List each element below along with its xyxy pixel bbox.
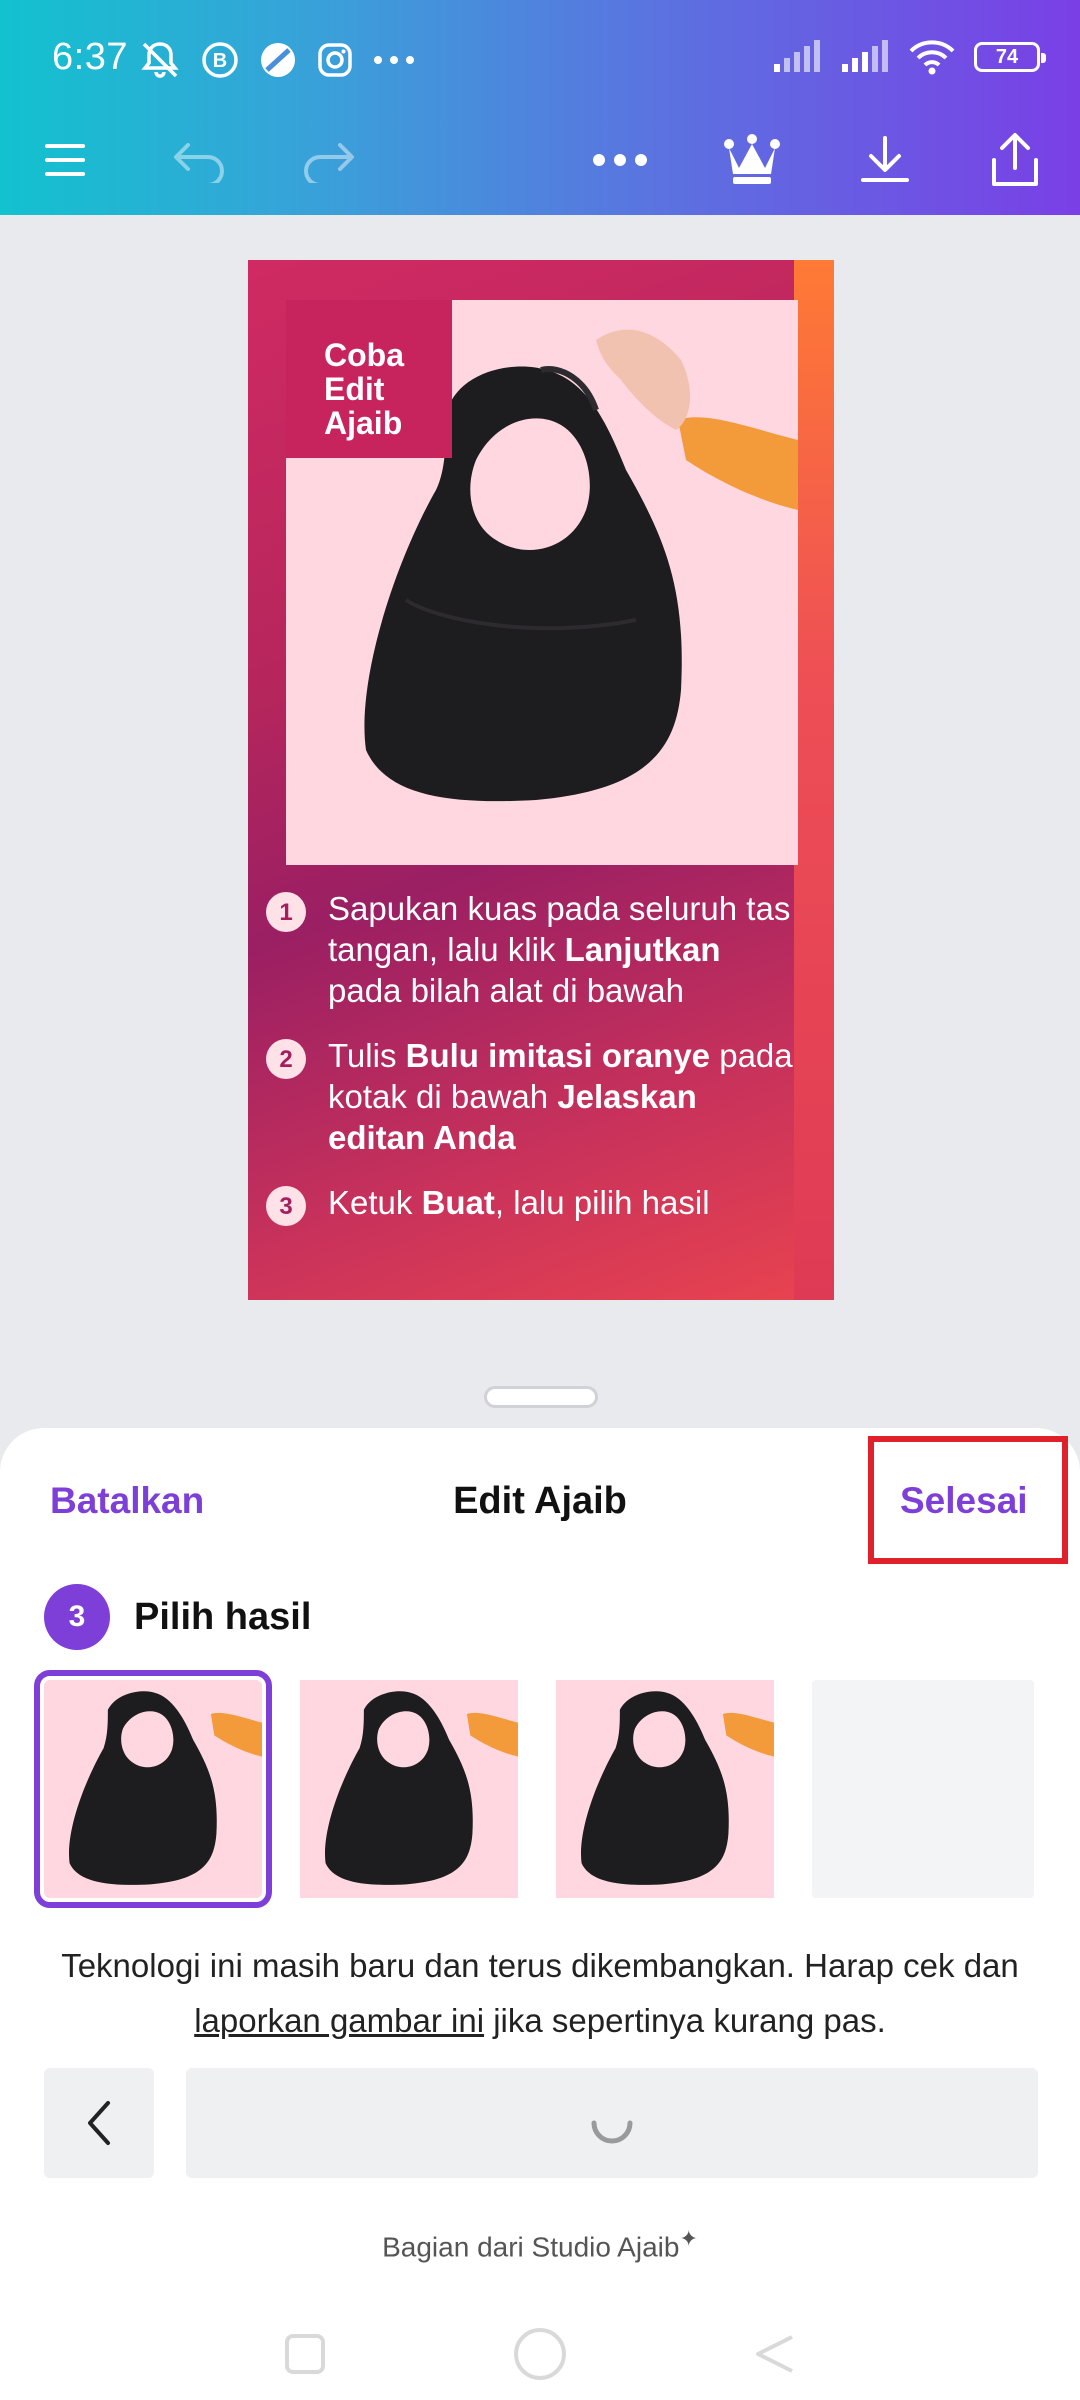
more-dots-icon	[374, 56, 414, 64]
design-tag: Coba Edit Ajaib	[286, 300, 452, 458]
disclaimer-after: jika sepertinya kurang pas.	[484, 2002, 886, 2039]
result-option-3[interactable]	[556, 1680, 774, 1898]
system-back-button[interactable]	[740, 2308, 810, 2400]
more-options-button[interactable]	[580, 110, 660, 210]
status-bar: 6:37 B 74	[0, 0, 1080, 120]
result-thumbnail	[300, 1680, 518, 1898]
signal-2-icon	[842, 40, 888, 72]
step-label: Pilih hasil	[134, 1595, 312, 1638]
step-number: 1	[266, 892, 306, 932]
redo-icon	[304, 143, 354, 183]
magic-edit-sheet: Batalkan Edit Ajaib Selesai 3 Pilih hasi…	[0, 1428, 1080, 2400]
instruction-steps: 1 Sapukan kuas pada seluruh tas tangan, …	[266, 888, 796, 1247]
share-button[interactable]	[975, 110, 1055, 210]
notifications-off-icon	[141, 42, 179, 78]
premium-button[interactable]	[712, 110, 792, 210]
result-options	[34, 1670, 1034, 1908]
undo-icon	[174, 143, 224, 183]
result-thumbnail	[556, 1680, 774, 1898]
disclaimer-before: Teknologi ini masih baru dan terus dikem…	[61, 1947, 1019, 1984]
instruction-step-1: 1 Sapukan kuas pada seluruh tas tangan, …	[266, 888, 796, 1011]
crown-icon	[724, 134, 780, 184]
step-number: 3	[266, 1186, 306, 1226]
system-nav-bar	[0, 2308, 1080, 2400]
instruction-step-3: 3 Ketuk Buat, lalu pilih hasil	[266, 1182, 796, 1226]
sparkle-icon: ✦	[679, 2226, 698, 2251]
triangle-back-icon	[756, 2335, 793, 2373]
step-bold: Bulu imitasi oranye	[405, 1037, 711, 1074]
download-button[interactable]	[845, 110, 925, 210]
sheet-drag-handle[interactable]	[484, 1386, 598, 1408]
wifi-icon	[909, 40, 955, 75]
app-header: 6:37 B 74	[0, 0, 1080, 215]
result-option-1[interactable]	[34, 1670, 272, 1908]
battery-level: 74	[995, 45, 1019, 68]
result-option-2[interactable]	[300, 1680, 518, 1898]
instagram-icon	[318, 43, 352, 77]
report-image-link[interactable]: laporkan gambar ini	[194, 2002, 484, 2039]
design-page[interactable]: Coba Edit Ajaib 1 Sapukan kuas pada selu…	[248, 260, 834, 1300]
sheet-controls	[44, 2068, 1038, 2178]
step-bold: Buat	[421, 1184, 495, 1221]
more-icon	[593, 154, 647, 166]
result-thumbnail	[44, 1680, 262, 1898]
status-system-icons: 74	[772, 38, 1046, 76]
chevron-left-icon	[88, 2101, 110, 2145]
step-number: 2	[266, 1039, 306, 1079]
home-button[interactable]	[500, 2308, 580, 2400]
svg-text:B: B	[213, 50, 227, 72]
step-text: Ketuk	[328, 1184, 422, 1221]
redo-button[interactable]	[288, 110, 368, 210]
cancel-button[interactable]: Batalkan	[50, 1480, 204, 1522]
menu-button[interactable]	[30, 110, 100, 210]
undo-button[interactable]	[160, 110, 240, 210]
step-text: , lalu pilih hasil	[494, 1184, 710, 1221]
home-circle-icon	[514, 2328, 566, 2380]
app-circle-icon	[261, 43, 295, 77]
loading-spinner-icon	[591, 2120, 633, 2144]
design-canvas: Coba Edit Ajaib 1 Sapukan kuas pada selu…	[0, 215, 1080, 1415]
instruction-step-2: 2 Tulis Bulu imitasi oranye pada kotak d…	[266, 1035, 796, 1158]
handbag-photo[interactable]: Coba Edit Ajaib	[286, 300, 798, 865]
download-icon	[861, 136, 909, 182]
back-button[interactable]	[44, 2068, 154, 2178]
step-bold: Lanjutkan	[564, 931, 721, 968]
menu-icon	[45, 144, 85, 176]
status-time: 6:37	[52, 36, 128, 78]
generate-button[interactable]	[186, 2068, 1038, 2178]
current-step: 3 Pilih hasil	[44, 1584, 311, 1650]
step-text: Sapukan kuas pada seluruh tas tangan, la…	[328, 890, 791, 968]
footer-text: Bagian dari Studio Ajaib	[382, 2231, 680, 2263]
step-badge: 3	[44, 1584, 110, 1650]
studio-footer: Bagian dari Studio Ajaib✦	[0, 2226, 1080, 2263]
share-icon	[992, 133, 1038, 186]
done-button[interactable]: Selesai	[900, 1480, 1028, 1522]
b-app-icon: B	[202, 42, 238, 78]
battery-icon: 74	[974, 42, 1046, 72]
step-text: Tulis	[328, 1037, 406, 1074]
square-icon	[285, 2334, 325, 2374]
result-option-loading	[812, 1680, 1034, 1898]
signal-1-icon	[774, 40, 820, 72]
recent-apps-button[interactable]	[270, 2308, 340, 2400]
disclaimer-text: Teknologi ini masih baru dan terus dikem…	[40, 1938, 1040, 2048]
sheet-header: Batalkan Edit Ajaib Selesai	[0, 1428, 1080, 1578]
status-notification-icons: B	[138, 38, 416, 82]
step-text: pada bilah alat di bawah	[328, 972, 684, 1009]
editor-toolbar	[0, 110, 1080, 210]
